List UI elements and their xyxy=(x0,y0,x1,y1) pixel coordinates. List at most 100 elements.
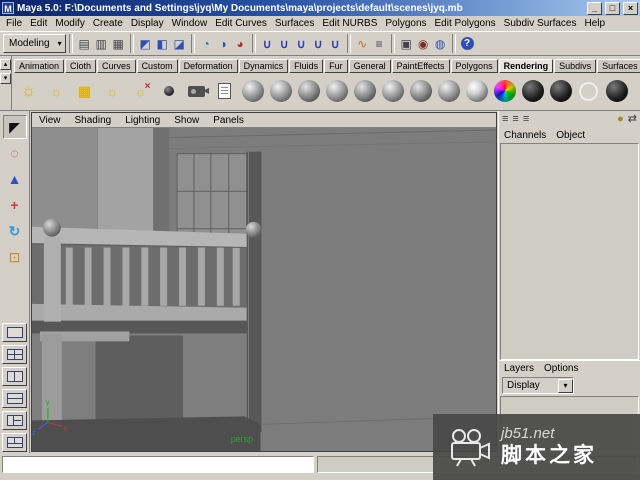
render-current-frame-icon[interactable]: ▣ xyxy=(398,34,415,53)
menu-window[interactable]: Window xyxy=(168,18,212,29)
point-light-icon[interactable]: ☼ xyxy=(16,75,41,107)
command-line-input[interactable] xyxy=(2,455,314,473)
black-hole-icon[interactable] xyxy=(604,75,629,107)
shelf-tab-dynamics[interactable]: Dynamics xyxy=(238,58,289,73)
close-button[interactable]: × xyxy=(623,1,638,15)
shading-map-icon[interactable] xyxy=(408,75,433,107)
directional-light-icon[interactable]: ☼ × xyxy=(128,75,153,107)
show-hide-panel-icon[interactable]: ⇄ xyxy=(628,112,637,127)
pane-layout-two-vertical-button[interactable] xyxy=(2,367,27,386)
render-view-icon[interactable] xyxy=(212,75,237,107)
shelf-tab-animation[interactable]: Animation xyxy=(14,58,65,73)
volume-fog-icon[interactable] xyxy=(520,75,545,107)
shelf-tab-surfaces[interactable]: Surfaces xyxy=(597,58,640,73)
channel-box-menu-object[interactable]: Object xyxy=(556,130,585,141)
ipr-render-icon[interactable]: ◉ xyxy=(415,34,432,53)
spot-light-icon[interactable]: ☼ xyxy=(100,75,125,107)
layered-shader-icon[interactable] xyxy=(380,75,405,107)
layer-menu-options[interactable]: Options xyxy=(544,363,578,374)
titlebar[interactable]: M Maya 5.0: F:\Documents and Settings\jy… xyxy=(0,0,640,16)
volume-light-icon[interactable] xyxy=(156,75,181,107)
rotate-tool[interactable]: ↻ xyxy=(3,219,27,243)
shelf-menu-up-icon[interactable]: ▴ xyxy=(0,59,11,70)
pane-layout-single-button[interactable] xyxy=(2,323,27,342)
mask-hierarchy-icon[interactable]: ◔ xyxy=(198,34,215,53)
menu-edit-polygons[interactable]: Edit Polygons xyxy=(431,18,500,29)
list-input-icon[interactable]: ≡ xyxy=(371,34,388,53)
viewport-menu-view[interactable]: View xyxy=(32,115,68,126)
open-scene-icon[interactable]: ▥ xyxy=(93,34,110,53)
channel-box-list[interactable] xyxy=(500,143,639,360)
channel-layout-wide-icon[interactable]: ≡ xyxy=(512,112,518,127)
snap-grid-icon[interactable]: ∪ xyxy=(259,34,276,53)
light-ring-icon[interactable] xyxy=(576,75,601,107)
shelf-tab-curves[interactable]: Curves xyxy=(97,58,136,73)
lasso-tool[interactable]: ◌ xyxy=(3,141,27,165)
anisotropic-material-icon[interactable] xyxy=(352,75,377,107)
snap-point-icon[interactable]: ∪ xyxy=(293,34,310,53)
lambert-material-icon[interactable] xyxy=(240,75,265,107)
menu-modify[interactable]: Modify xyxy=(51,18,88,29)
snap-plane-icon[interactable]: ∪ xyxy=(310,34,327,53)
menu-edit[interactable]: Edit xyxy=(26,18,51,29)
menu-edit-nurbs[interactable]: Edit NURBS xyxy=(318,18,381,29)
mask-component-icon[interactable]: ◕ xyxy=(232,34,249,53)
new-scene-icon[interactable]: ▤ xyxy=(76,34,93,53)
shelf-tab-painteffects[interactable]: PaintEffects xyxy=(391,58,450,73)
select-object-icon[interactable]: ◧ xyxy=(154,34,171,53)
shelf-tab-custom[interactable]: Custom xyxy=(136,58,178,73)
viewport-menu-show[interactable]: Show xyxy=(167,115,206,126)
ambient-light-icon[interactable]: ☼ xyxy=(44,75,69,107)
maximize-button[interactable]: □ xyxy=(605,1,620,15)
select-hierarchy-icon[interactable]: ◩ xyxy=(137,34,154,53)
channel-layout-icon[interactable]: ≡ xyxy=(502,112,508,127)
menu-set-selector[interactable]: Modeling ▾ xyxy=(3,34,66,53)
menu-surfaces[interactable]: Surfaces xyxy=(271,18,318,29)
menu-file[interactable]: File xyxy=(2,18,26,29)
menu-polygons[interactable]: Polygons xyxy=(381,18,430,29)
viewport-canvas[interactable]: y x z persp xyxy=(32,128,496,451)
viewport-menu-lighting[interactable]: Lighting xyxy=(118,115,167,126)
shelf-tab-polygons[interactable]: Polygons xyxy=(450,58,498,73)
blinn-material-icon[interactable] xyxy=(268,75,293,107)
minimize-button[interactable]: _ xyxy=(587,1,602,15)
pane-layout-three-bottom-button[interactable] xyxy=(2,433,27,452)
menu-create[interactable]: Create xyxy=(89,18,127,29)
pane-layout-three-left-button[interactable] xyxy=(2,411,27,430)
shelf-tab-deformation[interactable]: Deformation xyxy=(178,58,238,73)
layer-menu-layers[interactable]: Layers xyxy=(504,363,534,374)
manip-sphere-icon[interactable]: ● xyxy=(617,112,624,127)
menu-edit-curves[interactable]: Edit Curves xyxy=(211,18,271,29)
particle-cloud-icon[interactable] xyxy=(548,75,573,107)
snap-curve-icon[interactable]: ∪ xyxy=(276,34,293,53)
area-light-icon[interactable]: ▦ xyxy=(72,75,97,107)
viewport-menu-panels[interactable]: Panels xyxy=(206,115,251,126)
save-scene-icon[interactable]: ▦ xyxy=(110,34,127,53)
menu-display[interactable]: Display xyxy=(127,18,168,29)
pane-layout-two-horizontal-button[interactable] xyxy=(2,389,27,408)
shelf-menu-down-icon[interactable]: ▾ xyxy=(0,73,11,84)
phonge-material-icon[interactable] xyxy=(324,75,349,107)
snap-live-icon[interactable]: ∪ xyxy=(327,34,344,53)
menu-help[interactable]: Help xyxy=(581,18,610,29)
layer-display-selector[interactable]: Display ▾ xyxy=(502,377,574,394)
shelf-tab-rendering[interactable]: Rendering xyxy=(498,58,554,73)
construction-history-icon[interactable]: ∿ xyxy=(354,34,371,53)
menu-subdiv-surfaces[interactable]: Subdiv Surfaces xyxy=(500,18,581,29)
phong-material-icon[interactable] xyxy=(296,75,321,107)
shelf-tab-fur[interactable]: Fur xyxy=(324,58,348,73)
move-tool[interactable]: + xyxy=(3,193,27,217)
select-tool[interactable]: ◤ xyxy=(2,115,27,139)
viewport-menu-shading[interactable]: Shading xyxy=(68,115,119,126)
channel-box-menu-channels[interactable]: Channels xyxy=(504,130,546,141)
surface-shader-icon[interactable] xyxy=(436,75,461,107)
pane-layout-four-button[interactable] xyxy=(2,345,27,364)
camera-icon[interactable] xyxy=(184,75,209,107)
scale-tool[interactable]: ⊡ xyxy=(3,245,27,269)
shelf-tab-cloth[interactable]: Cloth xyxy=(65,58,97,73)
mask-object-icon[interactable]: ◑ xyxy=(215,34,232,53)
select-component-icon[interactable]: ◪ xyxy=(171,34,188,53)
channel-layout-narrow-icon[interactable]: ≡ xyxy=(523,112,529,127)
translate-tool[interactable]: ▲ xyxy=(3,167,27,191)
env-ball-icon[interactable] xyxy=(464,75,489,107)
